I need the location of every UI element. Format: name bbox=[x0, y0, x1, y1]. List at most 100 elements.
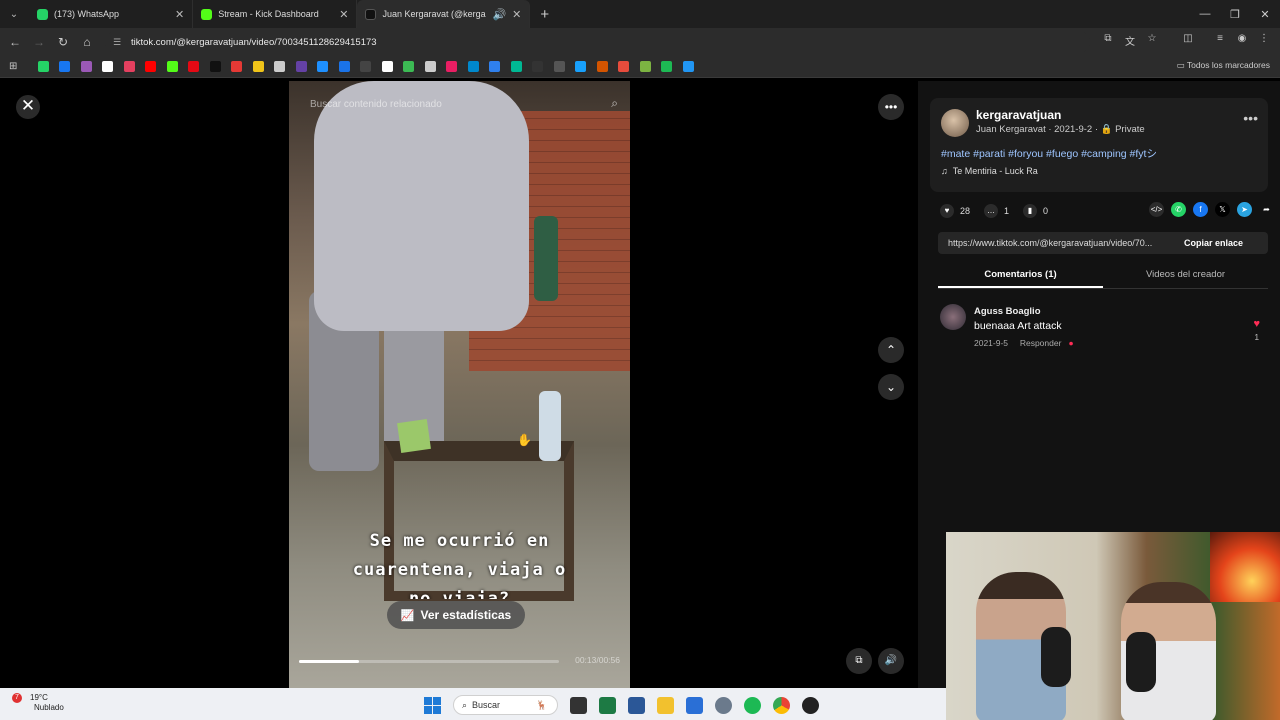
excel-icon[interactable] bbox=[599, 696, 616, 714]
tab-kick[interactable]: Stream - Kick Dashboard ✕ bbox=[193, 0, 358, 28]
pip-icon[interactable]: ⧉ bbox=[846, 648, 872, 674]
bookmark-icon[interactable] bbox=[553, 61, 565, 72]
bookmark-icon[interactable] bbox=[252, 61, 264, 72]
profile-avatar[interactable]: ◉ bbox=[1234, 33, 1250, 48]
bookmark-icon[interactable] bbox=[424, 61, 436, 72]
bookmark-icon[interactable] bbox=[467, 61, 479, 72]
bookmark-icon[interactable] bbox=[575, 61, 587, 72]
bookmark-icon[interactable] bbox=[209, 61, 221, 72]
commenter-avatar[interactable] bbox=[940, 304, 966, 330]
creator-username[interactable]: kergaravatjuan bbox=[976, 108, 1061, 122]
tab-whatsapp[interactable]: (173) WhatsApp ✕ bbox=[29, 0, 194, 28]
more-options-button[interactable]: ••• bbox=[878, 94, 904, 120]
bookmark-icon[interactable] bbox=[102, 61, 114, 72]
post-more-icon[interactable]: ••• bbox=[1243, 110, 1258, 126]
new-tab-button[interactable]: + bbox=[540, 6, 549, 23]
bookmark-icon[interactable] bbox=[639, 61, 651, 72]
translate-icon[interactable]: 文 bbox=[1122, 33, 1138, 48]
bookmark-icon[interactable] bbox=[510, 61, 522, 72]
bookmark-icon[interactable] bbox=[188, 61, 200, 72]
view-stats-button[interactable]: 📈 Ver estadísticas bbox=[387, 601, 525, 629]
post-music[interactable]: ♫ Te Mentiria - Luck Ra bbox=[941, 166, 1038, 176]
back-icon[interactable]: ← bbox=[3, 35, 27, 49]
tab-comments[interactable]: Comentarios (1) bbox=[938, 263, 1103, 288]
apps-grid-icon[interactable]: ⊞ bbox=[9, 61, 17, 72]
all-bookmarks-link[interactable]: ▭ Todos los marcadores bbox=[1177, 60, 1270, 71]
tab-creator-videos[interactable]: Videos del creador bbox=[1103, 263, 1268, 288]
bookmark-icon[interactable] bbox=[37, 61, 49, 72]
weather-widget[interactable]: 7 19°C Nublado bbox=[12, 693, 64, 713]
taskbar-search[interactable]: ⌕ Buscar 🦌 bbox=[453, 695, 558, 715]
reading-list-icon[interactable]: ≡ bbox=[1212, 33, 1228, 48]
post-hashtags[interactable]: #mate #parati #foryou #fuego #camping #f… bbox=[941, 146, 1157, 161]
restore-icon[interactable]: ❐ bbox=[1220, 8, 1250, 21]
bookmark-icon[interactable] bbox=[403, 61, 415, 72]
bookmark-icon[interactable] bbox=[682, 61, 694, 72]
task-view-icon[interactable] bbox=[570, 696, 587, 714]
forward-icon[interactable]: → bbox=[27, 35, 51, 49]
close-window-icon[interactable]: ✕ bbox=[1250, 8, 1280, 21]
minimize-icon[interactable]: — bbox=[1190, 8, 1220, 20]
telegram-share-icon[interactable]: ➤ bbox=[1237, 202, 1252, 217]
embed-icon[interactable]: </> bbox=[1149, 202, 1164, 217]
bookmark-icon[interactable] bbox=[317, 61, 329, 72]
bookmark-icon[interactable] bbox=[166, 61, 178, 72]
windows-start-icon[interactable] bbox=[424, 696, 441, 714]
bookmark-icon[interactable] bbox=[489, 61, 501, 72]
bookmark-icon[interactable] bbox=[596, 61, 608, 72]
related-search-input[interactable]: Buscar contenido relacionado bbox=[299, 99, 620, 119]
copy-link-button[interactable]: Copiar enlace bbox=[1182, 238, 1243, 248]
whatsapp-share-icon[interactable]: ✆ bbox=[1171, 202, 1186, 217]
bookmark-icon[interactable] bbox=[295, 61, 307, 72]
save-button[interactable]: ▮ 0 bbox=[1023, 204, 1048, 218]
facebook-share-icon[interactable]: f bbox=[1193, 202, 1208, 217]
close-tab-icon[interactable]: ✕ bbox=[512, 8, 521, 21]
install-app-icon[interactable]: ⧉ bbox=[1100, 33, 1116, 48]
menu-icon[interactable]: ⋮ bbox=[1256, 33, 1272, 48]
close-tab-icon[interactable]: ✕ bbox=[175, 8, 184, 21]
share-arrow-icon[interactable]: ➦ bbox=[1259, 202, 1274, 217]
word-icon[interactable] bbox=[628, 696, 645, 714]
bookmark-icon[interactable] bbox=[231, 61, 243, 72]
bookmark-icon[interactable] bbox=[532, 61, 544, 72]
comment-button[interactable]: … 1 bbox=[984, 204, 1009, 218]
obs-icon[interactable] bbox=[802, 696, 819, 714]
video-progress-bar[interactable] bbox=[299, 660, 559, 663]
tab-tiktok[interactable]: Juan Kergaravat (@kergara 🔊 ✕ bbox=[357, 0, 531, 28]
bookmark-icon[interactable] bbox=[446, 61, 458, 72]
bookmark-icon[interactable] bbox=[145, 61, 157, 72]
commenter-name[interactable]: Aguss Boaglio bbox=[974, 306, 1041, 317]
store-icon[interactable] bbox=[686, 696, 703, 714]
bookmark-icon[interactable] bbox=[618, 61, 630, 72]
bookmark-icon[interactable] bbox=[381, 61, 393, 72]
like-button[interactable]: ♥ 28 bbox=[940, 204, 970, 218]
creator-avatar[interactable] bbox=[941, 109, 969, 137]
reload-icon[interactable]: ↻ bbox=[51, 35, 75, 49]
chrome-icon[interactable] bbox=[773, 696, 790, 714]
bookmark-star-icon[interactable]: ☆ bbox=[1144, 33, 1160, 48]
audio-icon[interactable]: 🔊 bbox=[492, 8, 506, 21]
bookmark-icon[interactable] bbox=[274, 61, 286, 72]
file-explorer-icon[interactable] bbox=[657, 696, 674, 714]
site-info-icon[interactable]: ☰ bbox=[113, 37, 123, 47]
reply-button[interactable]: Responder bbox=[1020, 338, 1062, 348]
x-share-icon[interactable]: 𝕏 bbox=[1215, 202, 1230, 217]
settings-icon[interactable] bbox=[715, 696, 732, 714]
search-icon[interactable]: ⌕ bbox=[611, 96, 618, 111]
spotify-icon[interactable] bbox=[744, 696, 761, 714]
bookmark-icon[interactable] bbox=[661, 61, 673, 72]
bookmark-icon[interactable] bbox=[80, 61, 92, 72]
share-link-url[interactable]: https://www.tiktok.com/@kergaravatjuan/v… bbox=[938, 238, 1182, 248]
bookmark-icon[interactable] bbox=[338, 61, 350, 72]
video-player[interactable]: ✋ Buscar contenido relacionado ⌕ Se me o… bbox=[289, 81, 630, 688]
previous-video-button[interactable]: ⌃ bbox=[878, 337, 904, 363]
bookmark-icon[interactable] bbox=[59, 61, 71, 72]
close-video-button[interactable]: ✕ bbox=[16, 95, 40, 119]
bookmark-icon[interactable] bbox=[360, 61, 372, 72]
volume-icon[interactable]: 🔊 bbox=[878, 648, 904, 674]
tab-search-icon[interactable]: ⌄ bbox=[5, 5, 23, 23]
address-bar[interactable]: ☰ tiktok.com/@kergaravatjuan/video/70034… bbox=[105, 31, 1090, 53]
comment-like-button[interactable]: ♥ 1 bbox=[1253, 318, 1260, 342]
next-video-button[interactable]: ⌄ bbox=[878, 374, 904, 400]
home-icon[interactable]: ⌂ bbox=[75, 35, 99, 49]
